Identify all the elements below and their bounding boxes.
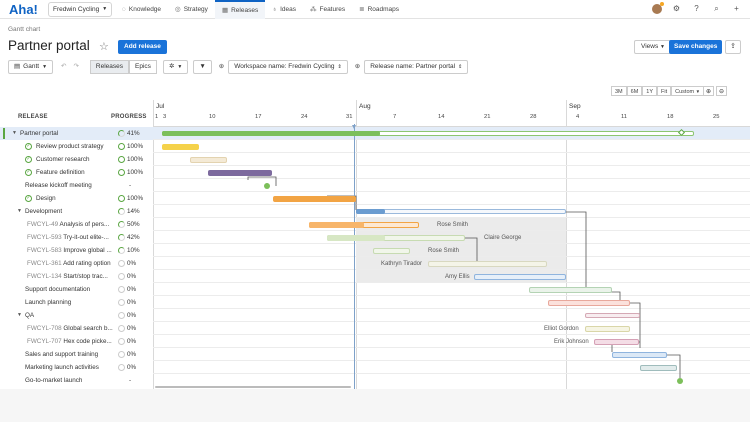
releases-epics-toggle: Releases Epics [89, 60, 157, 74]
bar-support-documentation[interactable] [529, 287, 612, 293]
views-button[interactable]: Views ▼ [634, 40, 672, 54]
milestone-go-to-market[interactable] [677, 378, 683, 384]
star-icon[interactable]: ☆ [99, 40, 109, 53]
calendar-icon: ▦ [221, 7, 229, 14]
page-title: Partner portal [8, 38, 90, 53]
add-filter-icon-2[interactable]: ⊕ [352, 60, 363, 74]
views-label: Views [641, 43, 659, 50]
sort-icon: ⇕ [337, 64, 342, 70]
idea-icon: ♁ [272, 6, 278, 13]
workspace-filter[interactable]: Workspace name: Fredwin Cycling ⇕ [228, 60, 348, 74]
bar-marketing-launch[interactable] [640, 365, 677, 371]
assignee-label: Claire George [484, 235, 522, 241]
bar-launch-planning[interactable] [548, 300, 630, 306]
top-right-icons: ⚙ ? ⌕ + [652, 1, 742, 14]
bar-development[interactable] [356, 209, 566, 214]
add-icon[interactable]: + [731, 3, 742, 14]
workspace-name: Fredwin Cycling [53, 6, 100, 13]
nav-tab-releases[interactable]: ▦ Releases [214, 0, 266, 19]
bar-customer-research[interactable] [190, 157, 227, 163]
main-nav-tabs: ◌ Knowledge ◎ Strategy ▦ Releases ♁ Ideas ⁂ F… [115, 0, 406, 19]
aha-logo[interactable]: Aha! [9, 2, 38, 17]
bar-fwcyl-708[interactable] [585, 326, 630, 332]
notification-dot [660, 1, 664, 6]
chevron-down-icon: ▼ [660, 44, 665, 50]
bar-fwcyl-707[interactable] [594, 339, 639, 345]
top-navigation: Aha! Fredwin Cycling ▼ ◌ Knowledge ◎ Strat… [0, 0, 750, 19]
view-mode-dropdown[interactable]: ▤ Gantt ▼ [8, 60, 54, 74]
bar-sales-support-training[interactable] [612, 352, 667, 358]
gantt-toolbar: ▤ Gantt ▼ ↶ ↷ Releases Epics ✲ ▼ ▼ ⊕ Worksp… [8, 60, 473, 74]
assignee-label: Elliot Gordon [544, 326, 579, 332]
bar-review-product-strategy[interactable] [162, 144, 199, 150]
release-progress-fill [162, 131, 380, 136]
bar-fwcyl-593-progress [327, 235, 385, 241]
bar-fwcyl-361[interactable] [428, 261, 547, 267]
add-release-button[interactable]: Add release [118, 40, 167, 54]
user-avatar[interactable] [652, 1, 664, 14]
gantt-icon: ▤ [14, 63, 21, 70]
chevron-down-icon: ▼ [102, 6, 108, 12]
gear-icon: ✲ [168, 63, 175, 70]
today-marker-arrow [352, 125, 356, 129]
filter-icon[interactable]: ▼ [193, 60, 212, 74]
nav-tab-features[interactable]: ⁂ Features [303, 0, 352, 19]
add-filter-icon[interactable]: ⊕ [216, 60, 227, 74]
release-filter[interactable]: Release name: Partner portal ⇕ [364, 60, 469, 74]
assignee-label: Rose Smith [437, 222, 469, 228]
bar-design[interactable] [273, 196, 356, 202]
nav-tab-knowledge[interactable]: ◌ Knowledge [115, 0, 168, 19]
epics-toggle[interactable]: Epics [129, 60, 157, 74]
grid-icon: ⁂ [309, 6, 317, 13]
bar-development-progress [356, 209, 385, 214]
bar-fwcyl-134[interactable] [474, 274, 566, 280]
bar-qa[interactable] [585, 313, 640, 318]
sort-icon: ⇕ [458, 64, 463, 70]
assignee-label: Rose Smith [428, 248, 460, 254]
chevron-down-icon: ▼ [42, 64, 48, 70]
redo-icon[interactable]: ↷ [70, 60, 82, 74]
horizontal-scrollbar[interactable] [155, 386, 351, 388]
save-changes-button[interactable]: Save changes [669, 40, 723, 54]
workspace-selector[interactable]: Fredwin Cycling ▼ [48, 2, 113, 17]
assignee-label: Amy Ellis [445, 274, 470, 280]
assignee-label: Erik Johnson [554, 339, 589, 345]
bar-fwcyl-49-progress [309, 222, 364, 228]
help-icon[interactable]: ? [691, 3, 702, 14]
target-icon: ◎ [175, 6, 181, 13]
roadmap-icon: ≣ [359, 6, 365, 13]
settings-dropdown[interactable]: ✲ ▼ [162, 60, 189, 74]
chevron-down-icon: ▼ [177, 64, 183, 70]
settings-gear-icon[interactable]: ⚙ [671, 3, 682, 14]
today-marker [354, 124, 355, 389]
nav-tab-strategy[interactable]: ◎ Strategy [168, 0, 215, 19]
gantt-grid: RELEASE PROGRESS ▼ Partner portal 41% ✓ … [0, 82, 750, 422]
bar-fwcyl-583[interactable] [373, 248, 410, 254]
bar-feature-definition[interactable] [208, 170, 272, 176]
undo-icon[interactable]: ↶ [58, 60, 70, 74]
nav-tab-roadmaps[interactable]: ≣ Roadmaps [352, 0, 406, 19]
nav-tab-ideas[interactable]: ♁ Ideas [265, 0, 303, 19]
export-icon[interactable]: ⇪ [725, 40, 741, 54]
breadcrumb[interactable]: Gantt chart [8, 26, 40, 33]
lightbulb-icon: ◌ [122, 6, 126, 13]
releases-toggle[interactable]: Releases [89, 60, 130, 74]
search-icon[interactable]: ⌕ [711, 3, 722, 14]
milestone-release-kickoff[interactable] [264, 183, 270, 189]
assignee-label: Kathryn Tirador [381, 261, 423, 267]
